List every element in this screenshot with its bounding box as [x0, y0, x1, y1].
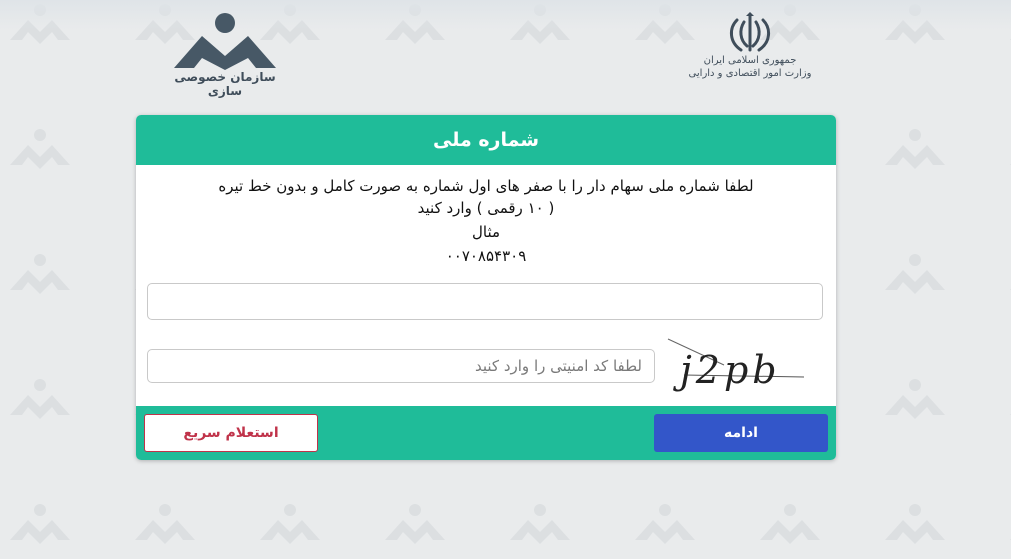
example-value: ۰۰۷۰۸۵۴۳۰۹	[445, 247, 527, 265]
card-footer: استعلام سریع ادامه	[136, 406, 836, 460]
card-title: شماره ملی	[136, 115, 836, 165]
iran-emblem-icon	[730, 12, 770, 52]
top-band	[0, 0, 1011, 30]
captcha-input[interactable]	[147, 349, 655, 383]
right-logo-caption-line1: جمهوری اسلامی ایران	[703, 55, 797, 66]
iran-emblem-logo: جمهوری اسلامی ایران وزارت امور اقتصادی و…	[680, 12, 820, 92]
national-id-card: شماره ملی لطفا شماره ملی سهام دار را با …	[136, 115, 836, 460]
instructions: لطفا شماره ملی سهام دار را با صفر های او…	[136, 165, 836, 267]
continue-button[interactable]: ادامه	[654, 414, 828, 452]
instruction-line1: لطفا شماره ملی سهام دار را با صفر های او…	[218, 177, 754, 195]
privatization-org-logo: سازمان خصوصی سازی	[160, 12, 290, 98]
left-logo-caption: سازمان خصوصی سازی	[174, 70, 276, 98]
quick-inquiry-button[interactable]: استعلام سریع	[144, 414, 318, 452]
captcha-text: j2pb	[673, 348, 781, 392]
right-logo-caption-line2: وزارت امور اقتصادی و دارایی	[688, 68, 812, 79]
example-label: مثال	[471, 223, 501, 241]
privatization-org-logo-icon	[174, 13, 276, 70]
national-id-input[interactable]	[147, 283, 823, 320]
instruction-line2: ( ۱۰ رقمی ) وارد کنید	[417, 199, 555, 217]
captcha-image: j2pb	[667, 338, 805, 392]
